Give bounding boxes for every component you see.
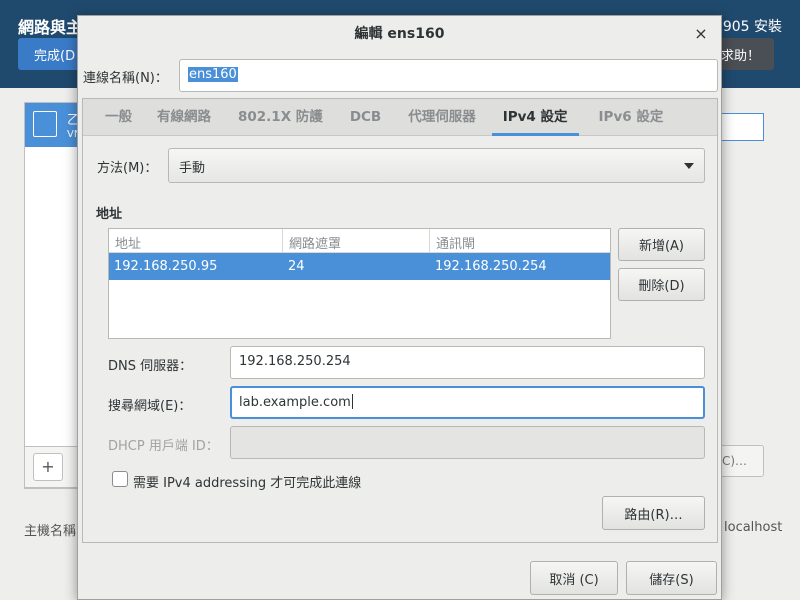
network-cable-icon [33,111,57,137]
connection-name-label: 連線名稱(N)： [83,71,168,86]
hostname-label: 主機名稱 [24,524,77,539]
dns-servers-label: DNS 伺服器： [108,359,193,374]
method-dropdown[interactable]: 手動 [168,148,705,183]
method-label: 方法(M)： [97,161,158,176]
dhcp-client-id-input [230,426,705,459]
save-button[interactable]: 儲存(S) [626,561,717,595]
column-header-gateway[interactable]: 通訊閘 [430,229,610,252]
search-domains-value: lab.example.com [239,395,351,410]
method-value: 手動 [179,161,206,176]
require-ipv4-checkbox[interactable] [112,471,128,487]
tab-ipv4-settings[interactable]: IPv4 設定 [491,99,579,136]
close-icon[interactable]: × [691,24,711,44]
column-header-address[interactable]: 地址 [109,229,283,252]
dns-servers-input[interactable]: 192.168.250.254 [230,346,705,379]
configure-button[interactable]: C)… [720,445,764,477]
tab-proxy[interactable]: 代理伺服器 [397,99,492,136]
tab-wired[interactable]: 有線網路 [146,99,227,136]
connection-name-input[interactable]: ens160 [179,59,718,92]
tab-8021x-security[interactable]: 802.1X 防護 [227,99,339,136]
addresses-heading: 地址 [96,207,123,222]
add-address-button[interactable]: 新增(A) [618,228,705,261]
require-ipv4-label[interactable]: 需要 IPv4 addressing 才可完成此連線 [133,472,361,491]
product-label: 905 安裝 [722,19,782,35]
background-field[interactable] [720,113,764,141]
installer-title: 網路與主 [18,18,83,37]
hostname-value: localhost [724,520,783,535]
addresses-table: 地址 網路遮罩 通訊閘 192.168.250.95 24 192.168.25… [108,228,611,339]
tab-ipv6-settings[interactable]: IPv6 設定 [579,99,675,136]
gateway-cell[interactable]: 192.168.250.254 [430,253,610,280]
tab-dcb[interactable]: DCB [339,99,397,136]
delete-address-button[interactable]: 刪除(D) [618,268,705,301]
address-cell[interactable]: 192.168.250.95 [109,253,283,280]
network-device-list: 乙 VN [24,102,84,489]
device-list-toolbar: + [24,446,84,488]
routes-button[interactable]: 路由(R)… [602,496,705,530]
device-list-item[interactable]: 乙 VN [25,103,83,147]
column-header-netmask[interactable]: 網路遮罩 [283,229,430,252]
dhcp-client-id-label: DHCP 用戶端 ID： [108,439,219,454]
search-domains-label: 搜尋網域(E)： [108,399,192,414]
table-row[interactable]: 192.168.250.95 24 192.168.250.254 [109,253,610,280]
add-device-button[interactable]: + [33,453,63,481]
settings-panel: 一般 有線網路 802.1X 防護 DCB 代理伺服器 IPv4 設定 IPv6… [82,98,718,543]
dropdown-arrow-icon [684,163,694,169]
connection-name-value: ens160 [188,67,238,82]
netmask-cell[interactable]: 24 [283,253,430,280]
settings-tabs: 一般 有線網路 802.1X 防護 DCB 代理伺服器 IPv4 設定 IPv6… [83,99,717,136]
text-cursor [351,394,353,409]
cancel-button[interactable]: 取消 (C) [530,561,618,595]
dialog-title: 編輯 ens160 [354,26,445,42]
table-header: 地址 網路遮罩 通訊閘 [109,229,610,253]
tab-general[interactable]: 一般 [83,99,146,136]
search-domains-input[interactable]: lab.example.com [230,386,705,419]
edit-connection-dialog: 編輯 ens160 × 連線名稱(N)： ens160 一般 有線網路 802.… [77,15,722,600]
